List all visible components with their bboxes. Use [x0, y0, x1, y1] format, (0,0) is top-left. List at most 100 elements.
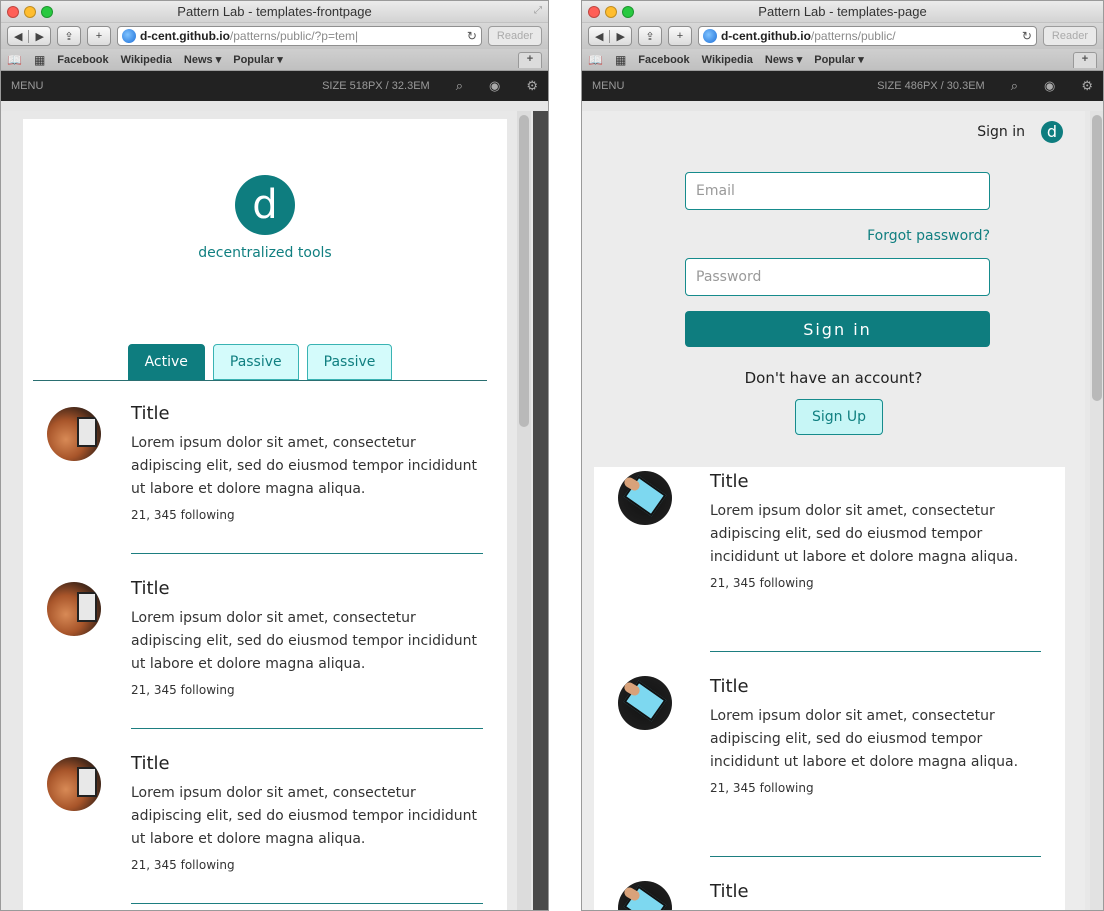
- fullscreen-icon[interactable]: ⤢: [534, 5, 542, 16]
- forward-arrow-icon[interactable]: ▶: [28, 29, 49, 43]
- list-item-body: Title Lorem ipsum dolor sit amet, consec…: [710, 471, 1041, 590]
- search-icon[interactable]: ⌕: [456, 78, 463, 94]
- vertical-scrollbar[interactable]: [1090, 111, 1103, 910]
- phone-image: [77, 417, 97, 447]
- eye-icon[interactable]: ◉: [489, 78, 500, 94]
- sign-in-button[interactable]: Sign in: [685, 311, 990, 347]
- menu-button[interactable]: MENU: [11, 80, 43, 92]
- window-title: Pattern Lab - templates-page: [758, 4, 927, 19]
- bookmark-popular[interactable]: Popular ▾: [814, 53, 864, 66]
- divider: [710, 856, 1041, 857]
- bookmark-wikipedia[interactable]: Wikipedia: [121, 54, 172, 66]
- address-bar[interactable]: d-cent.github.io /patterns/public/ ↻: [697, 26, 1037, 46]
- list-item-description: Lorem ipsum dolor sit amet, consectetur …: [131, 435, 478, 497]
- forgot-password-link[interactable]: Forgot password?: [685, 228, 990, 244]
- tab-passive-1[interactable]: Passive: [212, 344, 299, 380]
- avatar: [618, 881, 672, 910]
- eye-icon[interactable]: ◉: [1044, 78, 1055, 94]
- divider: [131, 903, 483, 904]
- following-count: 21, 345 following: [131, 858, 235, 872]
- password-field[interactable]: Password: [685, 258, 990, 296]
- address-bar[interactable]: d-cent.github.io /patterns/public/?p=tem…: [116, 26, 482, 46]
- tab-active[interactable]: Active: [127, 344, 205, 380]
- list-item[interactable]: Title Lorem ipsum dolor sit amet, consec…: [47, 578, 483, 738]
- scrollbar-thumb[interactable]: [1092, 115, 1102, 401]
- reload-icon[interactable]: ↻: [467, 29, 477, 43]
- reader-button[interactable]: Reader: [487, 26, 542, 46]
- new-tab-button[interactable]: +: [518, 51, 542, 68]
- browser-window-frontpage: Pattern Lab - templates-frontpage ⤢ ◀ ▶ …: [0, 0, 549, 911]
- back-arrow-icon[interactable]: ◀: [589, 30, 609, 43]
- list-item-body: Title Lorem ipsum dolor sit amet, consec…: [131, 403, 483, 522]
- list-item[interactable]: Title Lorem ipsum dolor sit amet, consec…: [618, 676, 1041, 866]
- reload-icon[interactable]: ↻: [1022, 29, 1032, 43]
- share-button[interactable]: ⇪: [56, 26, 81, 46]
- reading-list-icon[interactable]: 📖: [588, 53, 603, 67]
- divider: [131, 553, 483, 554]
- add-bookmark-button[interactable]: +: [86, 26, 111, 46]
- url-host: d-cent.github.io: [139, 29, 230, 43]
- back-forward-buttons: ◀ ▶: [588, 26, 632, 46]
- sign-in-link[interactable]: Sign in: [977, 124, 1025, 140]
- search-icon[interactable]: ⌕: [1011, 78, 1018, 94]
- avatar: [47, 407, 101, 461]
- no-account-text: Don't have an account?: [744, 369, 923, 387]
- url-path: /patterns/public/?p=tem|: [229, 29, 359, 43]
- plus-icon: +: [676, 30, 684, 42]
- logo-letter: d: [252, 182, 278, 228]
- reader-button[interactable]: Reader: [1042, 26, 1097, 46]
- viewport-size-readout[interactable]: SIZE 518PX / 32.3EM: [322, 80, 430, 92]
- bookmark-wikipedia[interactable]: Wikipedia: [702, 54, 753, 66]
- tab-passive-2[interactable]: Passive: [306, 344, 393, 380]
- d-cent-logo[interactable]: d: [1041, 121, 1063, 143]
- globe-icon: [121, 29, 136, 43]
- bookmark-facebook[interactable]: Facebook: [57, 54, 108, 66]
- list-item-description: Lorem ipsum dolor sit amet, consectetur …: [131, 785, 478, 847]
- list-item-description: Lorem ipsum dolor sit amet, consectetur …: [131, 610, 478, 672]
- bookmark-facebook[interactable]: Facebook: [638, 54, 689, 66]
- gear-icon[interactable]: ⚙: [526, 78, 538, 94]
- share-icon: ⇪: [64, 30, 74, 43]
- reading-list-icon[interactable]: 📖: [7, 53, 22, 67]
- list-item-body: Title Lorem ipsum dolor sit amet, consec…: [131, 578, 483, 697]
- brand-tagline: decentralized tools: [198, 245, 332, 261]
- back-arrow-icon[interactable]: ◀: [8, 30, 28, 43]
- list-item[interactable]: Title: [618, 881, 1041, 910]
- list-item[interactable]: Title Lorem ipsum dolor sit amet, consec…: [47, 403, 483, 563]
- avatar: [618, 676, 672, 730]
- list-item[interactable]: Title Lorem ipsum dolor sit amet, consec…: [47, 753, 483, 910]
- window-title: Pattern Lab - templates-frontpage: [177, 4, 372, 19]
- list-item-title: Title: [710, 471, 749, 492]
- list-item-title: Title: [131, 753, 170, 774]
- forward-arrow-icon[interactable]: ▶: [609, 29, 630, 43]
- password-placeholder: Password: [696, 269, 762, 285]
- gear-icon[interactable]: ⚙: [1081, 78, 1093, 94]
- top-nav: Sign in d: [977, 121, 1063, 143]
- share-button[interactable]: ⇪: [637, 26, 662, 46]
- top-sites-grid-icon[interactable]: ▦: [615, 53, 626, 67]
- url-host: d-cent.github.io: [720, 29, 811, 43]
- tab-bar: Active Passive Passive: [33, 343, 487, 381]
- bookmark-news[interactable]: News ▾: [184, 53, 221, 66]
- viewport-resize-handle[interactable]: [533, 111, 548, 910]
- menu-button[interactable]: MENU: [592, 80, 624, 92]
- following-count: 21, 345 following: [710, 576, 814, 590]
- viewport-size-readout[interactable]: SIZE 486PX / 30.3EM: [877, 80, 985, 92]
- new-tab-button[interactable]: +: [1073, 51, 1097, 68]
- add-bookmark-button[interactable]: +: [667, 26, 692, 46]
- vertical-scrollbar[interactable]: [517, 111, 531, 910]
- following-count: 21, 345 following: [710, 781, 814, 795]
- scrollbar-thumb[interactable]: [519, 115, 529, 427]
- browser-toolbar: ◀ ▶ ⇪ + d-cent.github.io /patterns/publi…: [1, 23, 548, 49]
- top-sites-grid-icon[interactable]: ▦: [34, 53, 45, 67]
- list-item-title: Title: [131, 578, 170, 599]
- d-cent-logo: d: [235, 175, 295, 235]
- list-item[interactable]: Title Lorem ipsum dolor sit amet, consec…: [618, 471, 1041, 661]
- bookmarks-bar: 📖 ▦ Facebook Wikipedia News ▾ Popular ▾ …: [1, 49, 548, 71]
- bookmark-news[interactable]: News ▾: [765, 53, 802, 66]
- divider: [710, 651, 1041, 652]
- bookmark-popular[interactable]: Popular ▾: [233, 53, 283, 66]
- sign-up-button[interactable]: Sign Up: [795, 399, 883, 435]
- email-field[interactable]: Email: [685, 172, 990, 210]
- globe-icon: [702, 29, 717, 43]
